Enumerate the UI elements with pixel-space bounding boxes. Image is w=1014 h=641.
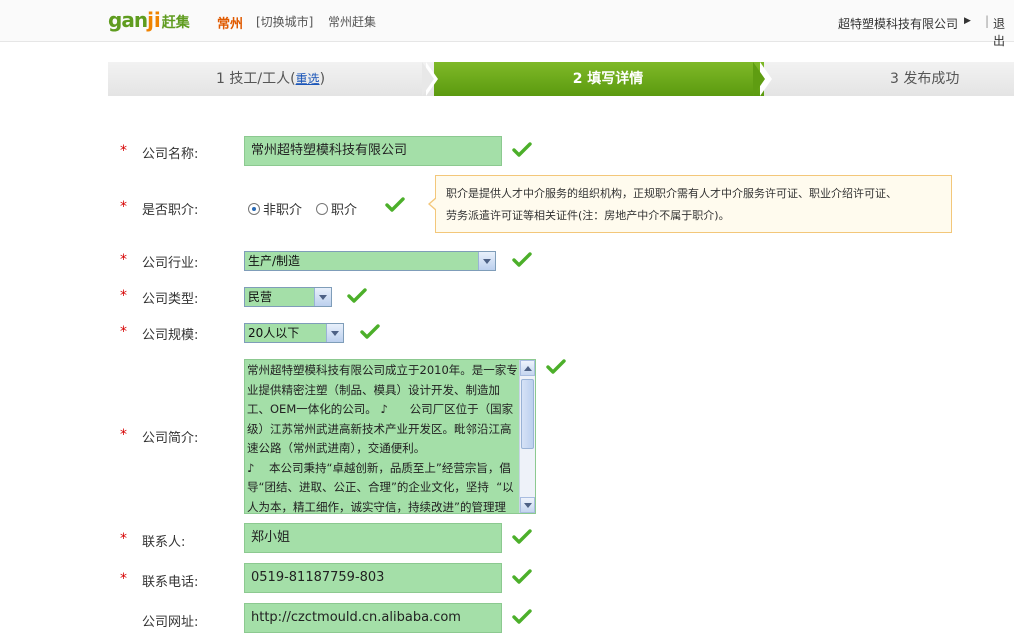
header-separator: |	[985, 14, 990, 28]
is-agency-radio-group: 非职介 职介	[248, 199, 357, 218]
website-input[interactable]: http://czctmould.cn.alibaba.com	[244, 603, 502, 633]
check-icon	[385, 197, 405, 213]
industry-label: 公司行业:	[142, 256, 199, 271]
company-intro-textarea[interactable]: 常州超特塑模科技有限公司成立于2010年。是一家专业提供精密注塑（制品、模具）设…	[244, 359, 536, 514]
contact-input[interactable]: 郑小姐	[244, 523, 502, 553]
required-mark: *	[120, 427, 127, 443]
industry-select[interactable]: 生产/制造	[244, 251, 496, 271]
logout-link[interactable]: 退出	[993, 15, 1014, 49]
switch-city-link[interactable]: [切换城市]	[256, 13, 313, 30]
radio-non-agency-label[interactable]: 非职介	[263, 199, 302, 218]
required-mark: *	[120, 252, 127, 268]
check-icon	[512, 142, 532, 158]
required-mark: *	[120, 324, 127, 340]
company-intro-label: 公司简介:	[142, 431, 199, 446]
required-mark: *	[120, 199, 127, 215]
required-mark: *	[120, 288, 127, 304]
scroll-down-icon[interactable]	[520, 497, 535, 513]
company-name-label: 公司名称:	[142, 147, 199, 162]
company-scale-selected-value: 20人以下	[248, 326, 300, 340]
textarea-scrollbar[interactable]	[519, 360, 535, 513]
tip-arrow-inner	[430, 198, 437, 210]
agency-tip-box: 职介是提供人才中介服务的组织机构，正规职介需有人才中介服务许可证、职业介绍许可证…	[435, 175, 952, 233]
chevron-down-icon[interactable]	[326, 324, 343, 342]
tip-line-1: 职介是提供人才中介服务的组织机构，正规职介需有人才中介服务许可证、职业介绍许可证…	[446, 187, 897, 200]
company-type-selected-value: 民营	[248, 290, 273, 304]
logo-text-mid: ji	[147, 8, 161, 32]
company-type-select[interactable]: 民营	[244, 287, 332, 307]
required-mark: *	[120, 571, 127, 587]
company-scale-label: 公司规模:	[142, 328, 199, 343]
scroll-thumb[interactable]	[521, 379, 534, 449]
radio-non-agency[interactable]	[248, 202, 260, 215]
website-label: 公司网址:	[142, 615, 199, 630]
step-2-active: 2 填写详情	[434, 62, 764, 96]
step-1-label: 1 技工/工人(	[216, 71, 296, 87]
city-site-link[interactable]: 常州赶集	[328, 13, 376, 30]
step-1-suffix: )	[319, 71, 326, 87]
required-mark: *	[120, 143, 127, 159]
company-type-label: 公司类型:	[142, 292, 199, 307]
step-divider	[422, 62, 434, 96]
progress-steps: 1 技工/工人(重选) 2 填写详情 3 发布成功	[108, 62, 1014, 96]
check-icon	[347, 288, 367, 304]
check-icon	[512, 569, 532, 585]
step-3-label: 3 发布成功	[890, 71, 960, 87]
logo-text-main: gan	[108, 8, 148, 32]
phone-label: 联系电话:	[142, 575, 199, 590]
tip-line-2: 劳务派遣许可证等相关证件(注：房地产中介不属于职介)。	[446, 209, 730, 222]
is-agency-label: 是否职介:	[142, 203, 199, 218]
company-scale-select[interactable]: 20人以下	[244, 323, 344, 343]
radio-agency-label[interactable]: 职介	[331, 199, 357, 218]
phone-input[interactable]: 0519-81187759-803	[244, 563, 502, 593]
check-icon	[512, 609, 532, 625]
logo-text-cn: 赶集	[161, 15, 190, 31]
chevron-down-icon[interactable]	[478, 252, 495, 270]
industry-selected-value: 生产/制造	[248, 254, 301, 268]
user-company-name[interactable]: 超特塑模科技有限公司	[838, 15, 958, 32]
site-logo[interactable]: gan ji 赶集	[108, 8, 190, 34]
scroll-up-icon[interactable]	[520, 360, 535, 376]
company-intro-text: 常州超特塑模科技有限公司成立于2010年。是一家专业提供精密注塑（制品、模具）设…	[247, 363, 518, 514]
check-icon	[360, 324, 380, 340]
check-icon	[512, 529, 532, 545]
step-divider	[753, 62, 765, 96]
user-menu-arrow-icon[interactable]: ▶	[964, 16, 971, 26]
chevron-down-icon[interactable]	[314, 288, 331, 306]
radio-agency[interactable]	[316, 202, 329, 215]
check-icon	[512, 252, 532, 268]
step-2-label: 2 填写详情	[572, 71, 644, 87]
required-mark: *	[120, 531, 127, 547]
company-name-input[interactable]: 常州超特塑模科技有限公司	[244, 136, 502, 166]
top-bar: gan ji 赶集 常州 [切换城市] 常州赶集 超特塑模科技有限公司 ▶ | 退出	[0, 0, 1014, 48]
check-icon	[546, 359, 566, 375]
step-1: 1 技工/工人(重选)	[108, 62, 434, 96]
current-city: 常州	[217, 17, 244, 32]
reselect-link[interactable]: 重选	[296, 72, 320, 86]
step-3: 3 发布成功	[764, 62, 1014, 96]
contact-label: 联系人:	[142, 535, 186, 550]
